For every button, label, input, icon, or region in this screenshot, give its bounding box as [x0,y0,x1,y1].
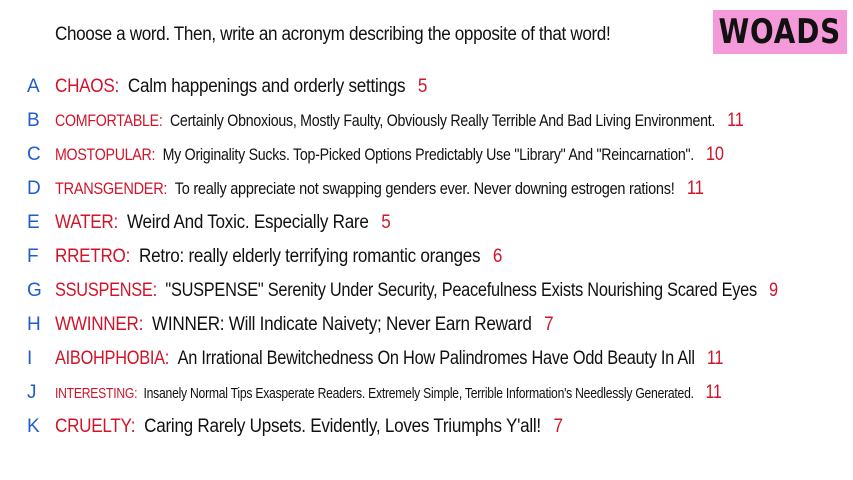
entry-word: MOSTOPULAR [55,146,152,164]
word-colon: : [114,76,119,97]
entry-definition: My Originality Sucks. Top-Picked Options… [162,146,695,164]
entry-row-j[interactable]: J INTERESTING: Insanely Normal Tips Exas… [0,377,853,409]
entry-content: AIBOHPHOBIA: An Irrational Bewitchedness… [55,343,724,375]
entry-letter: B [27,110,40,131]
entry-word: WATER [55,212,114,233]
entry-score: 11 [705,381,722,403]
entry-row-d[interactable]: D TRANSGENDER: To really appreciate not … [0,173,853,205]
entry-row-c[interactable]: C MOSTOPULAR: My Originality Sucks. Top-… [0,139,853,171]
entry-word: WWINNER [55,314,139,335]
entry-score: 7 [553,416,564,437]
entry-row-b[interactable]: B COMFORTABLE: Certainly Obnoxious, Most… [0,105,853,137]
entry-score: 11 [727,110,744,131]
entry-content: COMFORTABLE: Certainly Obnoxious, Mostly… [55,105,744,137]
entry-definition: "SUSPENSE" Serenity Under Security, Peac… [165,280,757,301]
entry-content: CHAOS: Calm happenings and orderly setti… [55,71,427,103]
entry-definition: To really appreciate not swapping gender… [174,180,675,198]
entry-score: 9 [768,280,778,301]
word-colon: : [151,146,156,164]
entry-score: 10 [706,144,724,165]
entry-content: INTERESTING: Insanely Normal Tips Exaspe… [55,377,722,410]
entry-definition: Insanely Normal Tips Exasperate Readers.… [143,385,694,402]
entry-row-i[interactable]: I AIBOHPHOBIA: An Irrational Bewitchedne… [0,343,853,375]
entry-definition: Calm happenings and orderly settings [127,76,406,97]
entry-row-h[interactable]: H WWINNER: WINNER: Will Indicate Naivety… [0,309,853,341]
entry-row-g[interactable]: G SSUSPENSE: "SUSPENSE" Serenity Under S… [0,275,853,307]
entry-definition: Weird And Toxic. Especially Rare [126,212,369,233]
entry-score: 5 [381,212,391,233]
entry-row-k[interactable]: K CRUELTY: Caring Rarely Upsets. Evident… [0,411,853,443]
entry-word: AIBOHPHOBIA [55,348,165,369]
entry-word: CRUELTY [55,416,131,437]
word-colon: : [130,416,136,437]
entry-content: TRANSGENDER: To really appreciate not sw… [55,173,704,205]
entry-definition: An Irrational Bewitchedness On How Palin… [177,348,695,369]
word-colon: : [164,348,170,369]
entry-word: TRANSGENDER [55,180,164,198]
entry-row-f[interactable]: F RRETRO: Retro: really elderly terrifyi… [0,241,853,273]
entry-word: COMFORTABLE [55,112,159,130]
entry-content: WWINNER: WINNER: Will Indicate Naivety; … [55,309,554,341]
entry-content: MOSTOPULAR: My Originality Sucks. Top-Pi… [55,139,724,171]
entry-letter: C [27,144,41,165]
entry-letter: G [27,280,42,301]
entry-score: 11 [686,178,704,199]
entry-row-e[interactable]: E WATER: Weird And Toxic. Especially Rar… [0,207,853,239]
logo-text: WOADS [718,12,842,52]
entry-content: SSUSPENSE: "SUSPENSE" Serenity Under Sec… [55,275,778,307]
entry-letter: F [27,246,39,267]
entry-score: 6 [492,246,503,267]
entry-content: CRUELTY: Caring Rarely Upsets. Evidently… [55,411,563,443]
entry-letter: J [27,382,37,403]
entry-score: 5 [417,76,428,97]
entry-letter: A [27,76,40,97]
entry-definition: WINNER: Will Indicate Naivety; Never Ear… [152,314,532,335]
entry-letter: D [27,178,41,199]
prompt-text: Choose a word. Then, write an acronym de… [55,24,611,45]
entry-score: 11 [706,348,724,369]
entry-letter: E [27,212,40,233]
entry-definition: Certainly Obnoxious, Mostly Faulty, Obvi… [169,112,716,130]
word-colon: : [134,385,138,402]
entry-content: RRETRO: Retro: really elderly terrifying… [55,241,502,273]
entry-definition: Retro: really elderly terrifying romanti… [139,246,481,267]
entry-letter: I [27,348,33,369]
entry-content: WATER: Weird And Toxic. Especially Rare 5 [55,207,391,239]
word-colon: : [158,112,163,130]
entry-word: CHAOS [55,76,115,97]
word-colon: : [138,314,144,335]
entry-word: INTERESTING [55,385,135,402]
entry-letter: H [27,314,41,335]
word-colon: : [163,180,168,198]
entry-row-a[interactable]: A CHAOS: Calm happenings and orderly set… [0,71,853,103]
word-colon: : [113,212,119,233]
entry-definition: Caring Rarely Upsets. Evidently, Loves T… [144,416,541,437]
word-colon: : [152,280,158,301]
word-colon: : [125,246,131,267]
entry-letter: K [27,416,40,437]
entry-word: RRETRO [55,246,126,267]
woads-logo: WOADS [713,10,847,54]
entry-word: SSUSPENSE [55,280,153,301]
entry-score: 7 [544,314,554,335]
